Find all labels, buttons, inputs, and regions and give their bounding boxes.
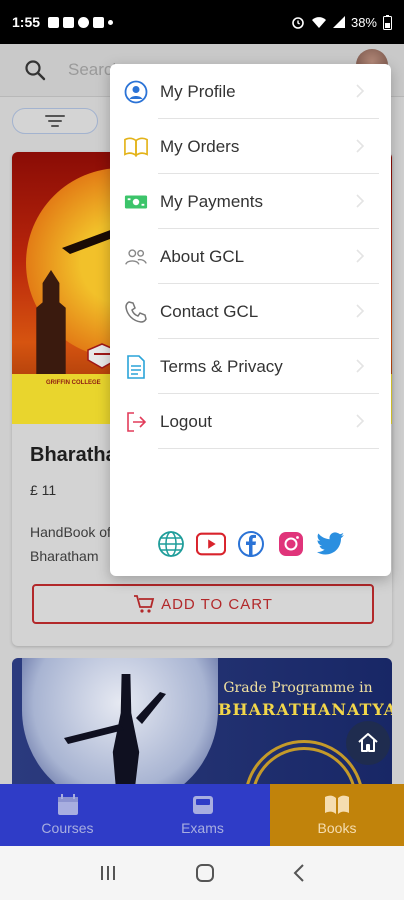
menu-item-label: Logout	[160, 411, 212, 431]
add-to-cart-label: ADD TO CART	[161, 595, 273, 613]
menu-item-label: Contact GCL	[160, 301, 259, 321]
gallery-notification-icon	[48, 16, 60, 28]
globe-icon[interactable]	[156, 530, 186, 558]
menu-item-label: My Orders	[160, 136, 240, 156]
menu-item-logout[interactable]: Logout	[110, 394, 391, 449]
signal-icon	[332, 16, 345, 28]
home-icon	[358, 733, 378, 752]
nav-books-label: Books	[317, 820, 357, 836]
nav-courses[interactable]: Courses	[0, 784, 135, 846]
instagram-icon[interactable]	[276, 530, 306, 558]
product-description-line: Bharatham	[30, 548, 99, 564]
system-navigation-bar	[0, 846, 404, 900]
book-icon	[124, 135, 148, 159]
chevron-right-icon	[356, 414, 365, 428]
menu-divider	[158, 448, 379, 449]
nav-courses-label: Courses	[41, 820, 94, 836]
wifi-icon	[311, 17, 326, 28]
bottom-navigation: Courses Exams Books	[0, 784, 404, 846]
menu-item-my-orders[interactable]: My Orders	[110, 119, 391, 174]
menu-item-contact-gcl[interactable]: Contact GCL	[110, 284, 391, 339]
product-description-line: HandBook of	[30, 524, 111, 540]
battery-icon	[383, 14, 392, 30]
inbox-icon	[192, 796, 213, 814]
product-banner-title: Grade Programme in	[223, 680, 373, 696]
menu-item-label: About GCL	[160, 246, 245, 266]
menu-item-terms-privacy[interactable]: Terms & Privacy	[110, 339, 391, 394]
nav-exams[interactable]: Exams	[135, 784, 270, 846]
calendar-icon	[57, 794, 78, 815]
menu-item-label: My Payments	[160, 191, 263, 211]
product-description: HandBook of Bharatham	[30, 520, 111, 568]
menu-item-about-gcl[interactable]: About GCL	[110, 229, 391, 284]
college-name: GRIFFIN COLLEGE	[46, 380, 101, 386]
message-notification-icon	[63, 16, 75, 28]
alarm-icon	[292, 17, 304, 29]
product-price: £ 11	[30, 482, 57, 498]
group-icon	[124, 245, 148, 269]
menu-item-my-payments[interactable]: My Payments	[110, 174, 391, 229]
logout-icon	[124, 410, 148, 434]
status-bar: 1:55 38%	[0, 0, 404, 44]
gmail-notification-icon	[93, 16, 105, 28]
notification-icons	[48, 16, 114, 28]
chevron-right-icon	[356, 249, 365, 263]
facebook-icon[interactable]	[236, 530, 266, 558]
nav-books[interactable]: Books	[270, 784, 404, 846]
battery-percent: 38%	[350, 14, 377, 30]
back-icon[interactable]	[292, 863, 306, 883]
menu-item-label: Terms & Privacy	[160, 356, 283, 376]
cart-icon	[134, 595, 155, 613]
phone-icon	[124, 300, 148, 324]
whatsapp-notification-icon	[78, 16, 90, 28]
menu-item-label: My Profile	[160, 81, 236, 101]
chevron-right-icon	[356, 194, 365, 208]
chevron-right-icon	[356, 359, 365, 373]
open-book-icon	[325, 795, 349, 814]
payment-icon	[124, 190, 148, 214]
chevron-right-icon	[356, 139, 365, 153]
product-banner-subtitle: BHARATHANATYAM	[218, 700, 392, 719]
search-icon[interactable]	[24, 59, 46, 81]
social-links	[110, 530, 391, 558]
dancer-arms	[64, 692, 166, 744]
filter-icon	[45, 115, 65, 127]
profile-icon	[124, 80, 148, 104]
chevron-right-icon	[356, 304, 365, 318]
nav-exams-label: Exams	[181, 820, 224, 836]
menu-item-my-profile[interactable]: My Profile	[110, 64, 391, 119]
filter-button[interactable]	[12, 108, 98, 134]
status-right: 38%	[291, 14, 392, 30]
home-button[interactable]	[346, 721, 390, 765]
twitter-icon[interactable]	[316, 530, 346, 558]
document-icon	[124, 354, 148, 379]
status-time: 1:55	[12, 14, 41, 30]
chevron-right-icon	[356, 84, 365, 98]
recent-apps-icon[interactable]	[98, 864, 118, 882]
youtube-icon[interactable]	[195, 530, 226, 558]
home-system-icon[interactable]	[194, 862, 216, 884]
more-notifications-dot	[108, 19, 114, 25]
profile-menu: My Profile My Orders My Payments About G…	[110, 64, 391, 576]
add-to-cart-button[interactable]: ADD TO CART	[32, 584, 374, 624]
